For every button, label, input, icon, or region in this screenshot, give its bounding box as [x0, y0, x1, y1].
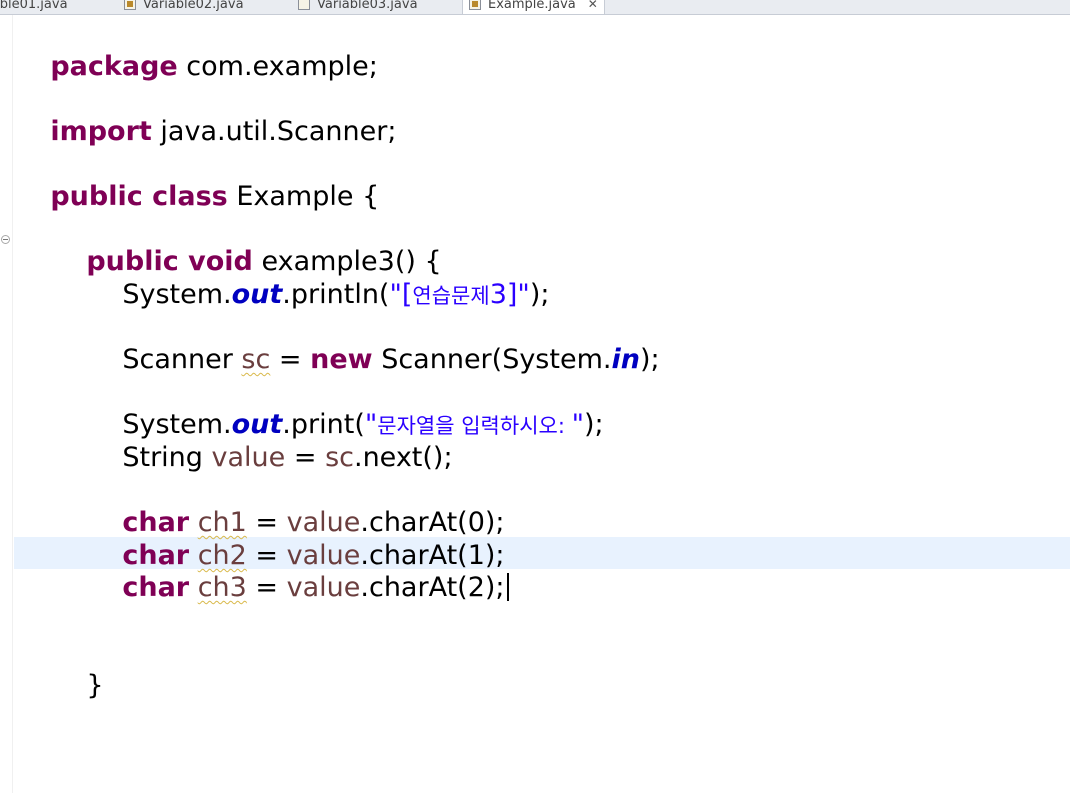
code-text: Scanner [122, 344, 242, 375]
string-part: " [571, 409, 585, 440]
code-text: System. [122, 279, 232, 310]
tab-label: Variable03.java [317, 0, 418, 12]
code-line-ch3: char ch3 = value.charAt(2); [88, 538, 509, 603]
tab-label: Example.java [488, 0, 576, 12]
code-text: = [270, 344, 311, 375]
keyword-import: import [50, 116, 152, 147]
code-line-ch1: char ch1 = value.charAt(0); [88, 473, 504, 538]
string-literal: "[연습문제3]" [389, 279, 529, 310]
editor-tab-bar: Variable01.java Variable02.java Variable… [0, 0, 1070, 15]
code-line-println: System.out.println("[연습문제3]"); [88, 245, 549, 310]
text-caret [506, 573, 509, 601]
java-file-icon [298, 0, 310, 10]
variable-sc: sc [325, 442, 354, 473]
editor-ruler [0, 15, 13, 793]
variable-sc: sc [241, 344, 271, 375]
close-tab-icon[interactable]: ✕ [588, 0, 598, 11]
variable-value: value [286, 572, 361, 603]
variable-ch3: ch3 [197, 572, 247, 603]
code-line-class: public class Example { [16, 147, 379, 212]
code-text: java.util.Scanner; [151, 116, 397, 147]
string-part: "[ [389, 279, 413, 310]
code-line-scanner: Scanner sc = new Scanner(System.in); [88, 310, 659, 375]
static-field-in: in [611, 344, 640, 375]
code-text: .charAt(2); [360, 572, 505, 603]
code-text: ); [584, 409, 604, 440]
variable-value: value [211, 442, 286, 473]
code-text: ); [639, 344, 660, 375]
java-file-warning-icon [469, 0, 481, 10]
tab-variable02[interactable]: Variable02.java [124, 0, 244, 14]
java-file-warning-icon [124, 0, 136, 10]
code-text: .next(); [353, 442, 453, 473]
code-text: = [285, 442, 326, 473]
code-line-package: package com.example; [16, 17, 378, 82]
code-line-close-brace: } [52, 636, 103, 701]
code-text: ); [529, 279, 550, 310]
keyword-public-class: public class [50, 181, 228, 212]
keyword-package: package [50, 51, 178, 82]
code-line-ch2: char ch2 = value.charAt(1); [88, 506, 504, 571]
code-text: .println( [282, 279, 390, 310]
static-field-out: out [231, 279, 283, 310]
tab-label: Variable01.java [0, 0, 68, 12]
keyword-new: new [310, 344, 373, 375]
tab-example[interactable]: Example.java ✕ [462, 0, 605, 14]
code-line-import: import java.util.Scanner; [16, 82, 396, 147]
code-text: Example { [227, 181, 380, 212]
code-text: Scanner(System. [372, 344, 612, 375]
code-line-string-value: String value = sc.next(); [88, 408, 452, 473]
code-text: String [122, 442, 212, 473]
tab-label: Variable02.java [143, 0, 244, 12]
string-korean-text: 연습문제 [412, 284, 490, 308]
fold-collapse-icon[interactable] [1, 235, 10, 244]
code-text: } [86, 670, 104, 701]
tab-variable01[interactable]: Variable01.java [0, 0, 68, 14]
keyword-char: char [122, 572, 190, 603]
code-line-method: public void example3() { [52, 212, 441, 277]
string-part: 3]" [489, 279, 530, 310]
tab-variable03[interactable]: Variable03.java [298, 0, 418, 14]
code-text: = [246, 572, 287, 603]
code-line-print: System.out.print("문자열을 입력하시오: "); [88, 375, 603, 440]
code-text: com.example; [177, 51, 378, 82]
